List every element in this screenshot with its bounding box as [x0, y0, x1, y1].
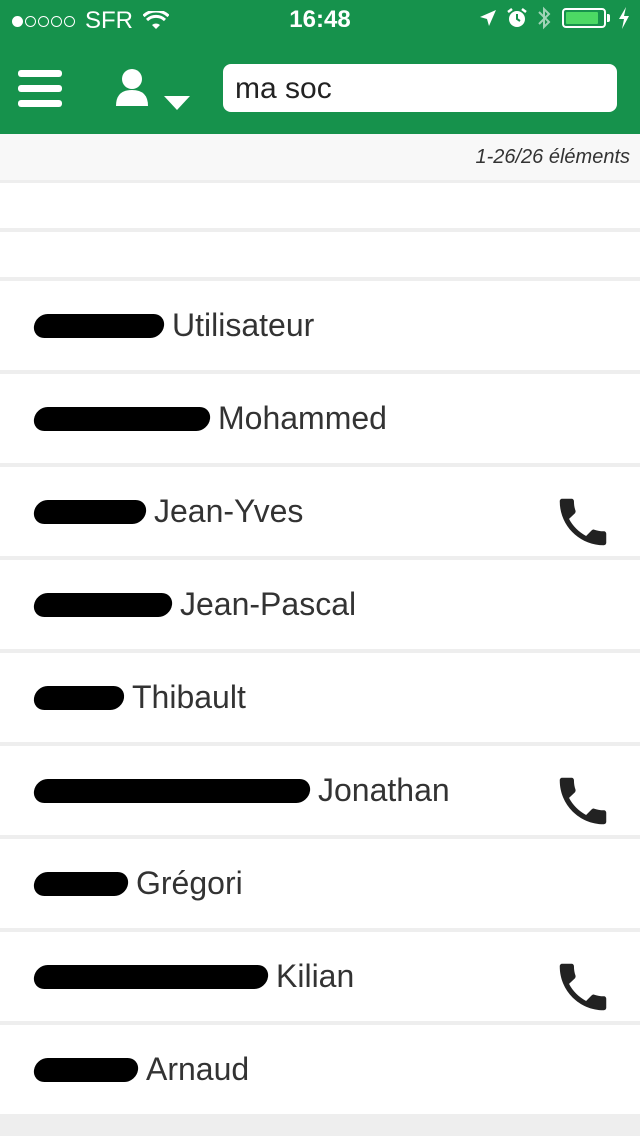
battery-icon — [562, 8, 606, 28]
contact-row[interactable]: Jonathan — [0, 746, 640, 835]
contact-row[interactable]: Thibault — [0, 653, 640, 742]
contact-name: Utilisateur — [32, 281, 315, 370]
contact-name: Thibault — [32, 653, 246, 742]
user-filter-button[interactable] — [112, 68, 194, 114]
bluetooth-icon — [538, 6, 551, 30]
contact-first-name: Jean-Yves — [154, 493, 304, 529]
contact-row[interactable]: Grégori — [0, 839, 640, 928]
redacted-surname — [32, 592, 174, 617]
hamburger-menu-icon[interactable] — [18, 70, 62, 108]
results-count-bar: 1-26/26 éléments — [0, 134, 640, 180]
phone-icon[interactable] — [552, 770, 614, 832]
status-right — [470, 6, 630, 30]
redacted-surname — [32, 499, 148, 524]
contact-first-name: Kilian — [276, 958, 355, 994]
contact-name: Mohammed — [32, 374, 387, 463]
empty-row — [0, 232, 640, 277]
contact-name: Jonathan — [32, 746, 450, 835]
status-bar: SFR 16:48 — [0, 0, 640, 40]
contact-name: Arnaud — [32, 1025, 250, 1114]
contact-first-name: Thibault — [132, 679, 246, 715]
contact-row[interactable]: Mohammed — [0, 374, 640, 463]
redacted-surname — [32, 1057, 140, 1082]
redacted-surname — [32, 964, 270, 989]
toolbar — [0, 40, 640, 134]
caret-down-icon — [164, 96, 190, 110]
alarm-clock-icon — [507, 8, 527, 27]
contact-row[interactable]: Utilisateur — [0, 281, 640, 370]
charging-bolt-icon — [619, 7, 629, 29]
battery-cap — [607, 14, 610, 22]
contact-row[interactable]: Kilian — [0, 932, 640, 1021]
phone-icon[interactable] — [552, 491, 614, 553]
location-arrow-icon — [480, 10, 496, 26]
contact-row[interactable]: Jean-Yves — [0, 467, 640, 556]
contact-first-name: Utilisateur — [172, 307, 315, 343]
empty-row — [0, 183, 640, 228]
redacted-surname — [32, 871, 130, 896]
contact-name: Jean-Yves — [32, 467, 304, 556]
redacted-surname — [32, 313, 166, 338]
redacted-surname — [32, 778, 312, 803]
user-icon — [116, 69, 190, 110]
contact-name: Kilian — [32, 932, 355, 1021]
contact-first-name: Jean-Pascal — [180, 586, 357, 622]
contact-first-name: Mohammed — [218, 400, 387, 436]
contact-name: Jean-Pascal — [32, 560, 357, 649]
phone-icon[interactable] — [552, 956, 614, 1018]
contact-row[interactable]: Jean-Pascal — [0, 560, 640, 649]
battery-level — [566, 12, 599, 24]
app-root: SFR 16:48 ma soc 1-26/26 éléments Utilis… — [0, 0, 640, 1136]
contact-first-name: Arnaud — [146, 1051, 250, 1087]
search-field[interactable] — [223, 64, 617, 113]
search-input[interactable] — [235, 65, 605, 113]
contact-list: Utilisateur Mohammed Jean-Yves Jean-Pasc… — [0, 183, 640, 1118]
redacted-surname — [32, 685, 126, 710]
contact-row[interactable]: Arnaud — [0, 1025, 640, 1114]
contact-name: Grégori — [32, 839, 243, 928]
results-count: 1-26/26 éléments — [475, 146, 630, 168]
redacted-surname — [32, 406, 212, 431]
contact-first-name: Grégori — [136, 865, 243, 901]
contact-first-name: Jonathan — [318, 772, 450, 808]
